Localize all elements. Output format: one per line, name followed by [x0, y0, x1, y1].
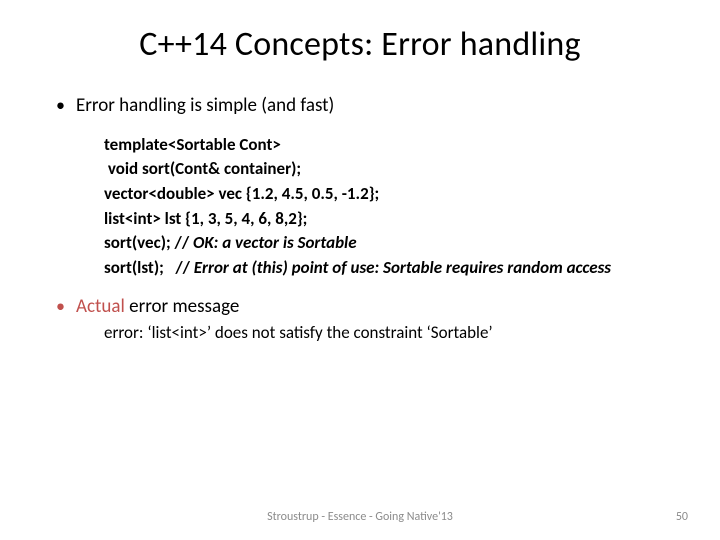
code-block: template<Sortable Cont> void sort(Cont& …: [104, 133, 672, 281]
bullet-2-accent: Actual: [76, 295, 125, 318]
slide-body: Error handling is simple (and fast) temp…: [48, 93, 672, 345]
slide: C++14 Concepts: Error handling Error han…: [0, 0, 720, 540]
code-line-5: list<int> lst {1, 3, 5, 4, 6, 8,2};: [104, 207, 672, 232]
code-line-7a: sort(vec); //: [104, 232, 193, 253]
code-line-8-comment: Error at (this) point of use: Sortable r…: [194, 257, 611, 278]
code-line-1: template<Sortable Cont>: [104, 133, 672, 158]
bullet-2-sub: error: ‘list<int>’ does not satisfy the …: [104, 322, 672, 345]
code-line-7-comment: OK: a vector is Sortable: [193, 232, 357, 253]
bullet-item-1: Error handling is simple (and fast) temp…: [56, 93, 672, 280]
bullet-item-2: Actual error message error: ‘list<int>’ …: [56, 294, 672, 345]
code-line-8a: sort(lst); //: [104, 257, 194, 278]
bullet-1-text: Error handling is simple (and fast): [76, 94, 334, 117]
code-line-4: vector<double> vec {1.2, 4.5, 0.5, -1.2}…: [104, 182, 672, 207]
slide-footer: Stroustrup - Essence - Going Native'13: [0, 510, 720, 524]
code-line-7: sort(vec); // OK: a vector is Sortable: [104, 231, 672, 256]
bullet-list: Error handling is simple (and fast) temp…: [48, 93, 672, 345]
code-line-8: sort(lst); // Error at (this) point of u…: [104, 256, 672, 281]
bullet-2-rest: error message: [125, 295, 239, 318]
code-line-2: void sort(Cont& container);: [104, 157, 672, 182]
slide-title: C++14 Concepts: Error handling: [48, 24, 672, 65]
page-number: 50: [676, 510, 688, 524]
